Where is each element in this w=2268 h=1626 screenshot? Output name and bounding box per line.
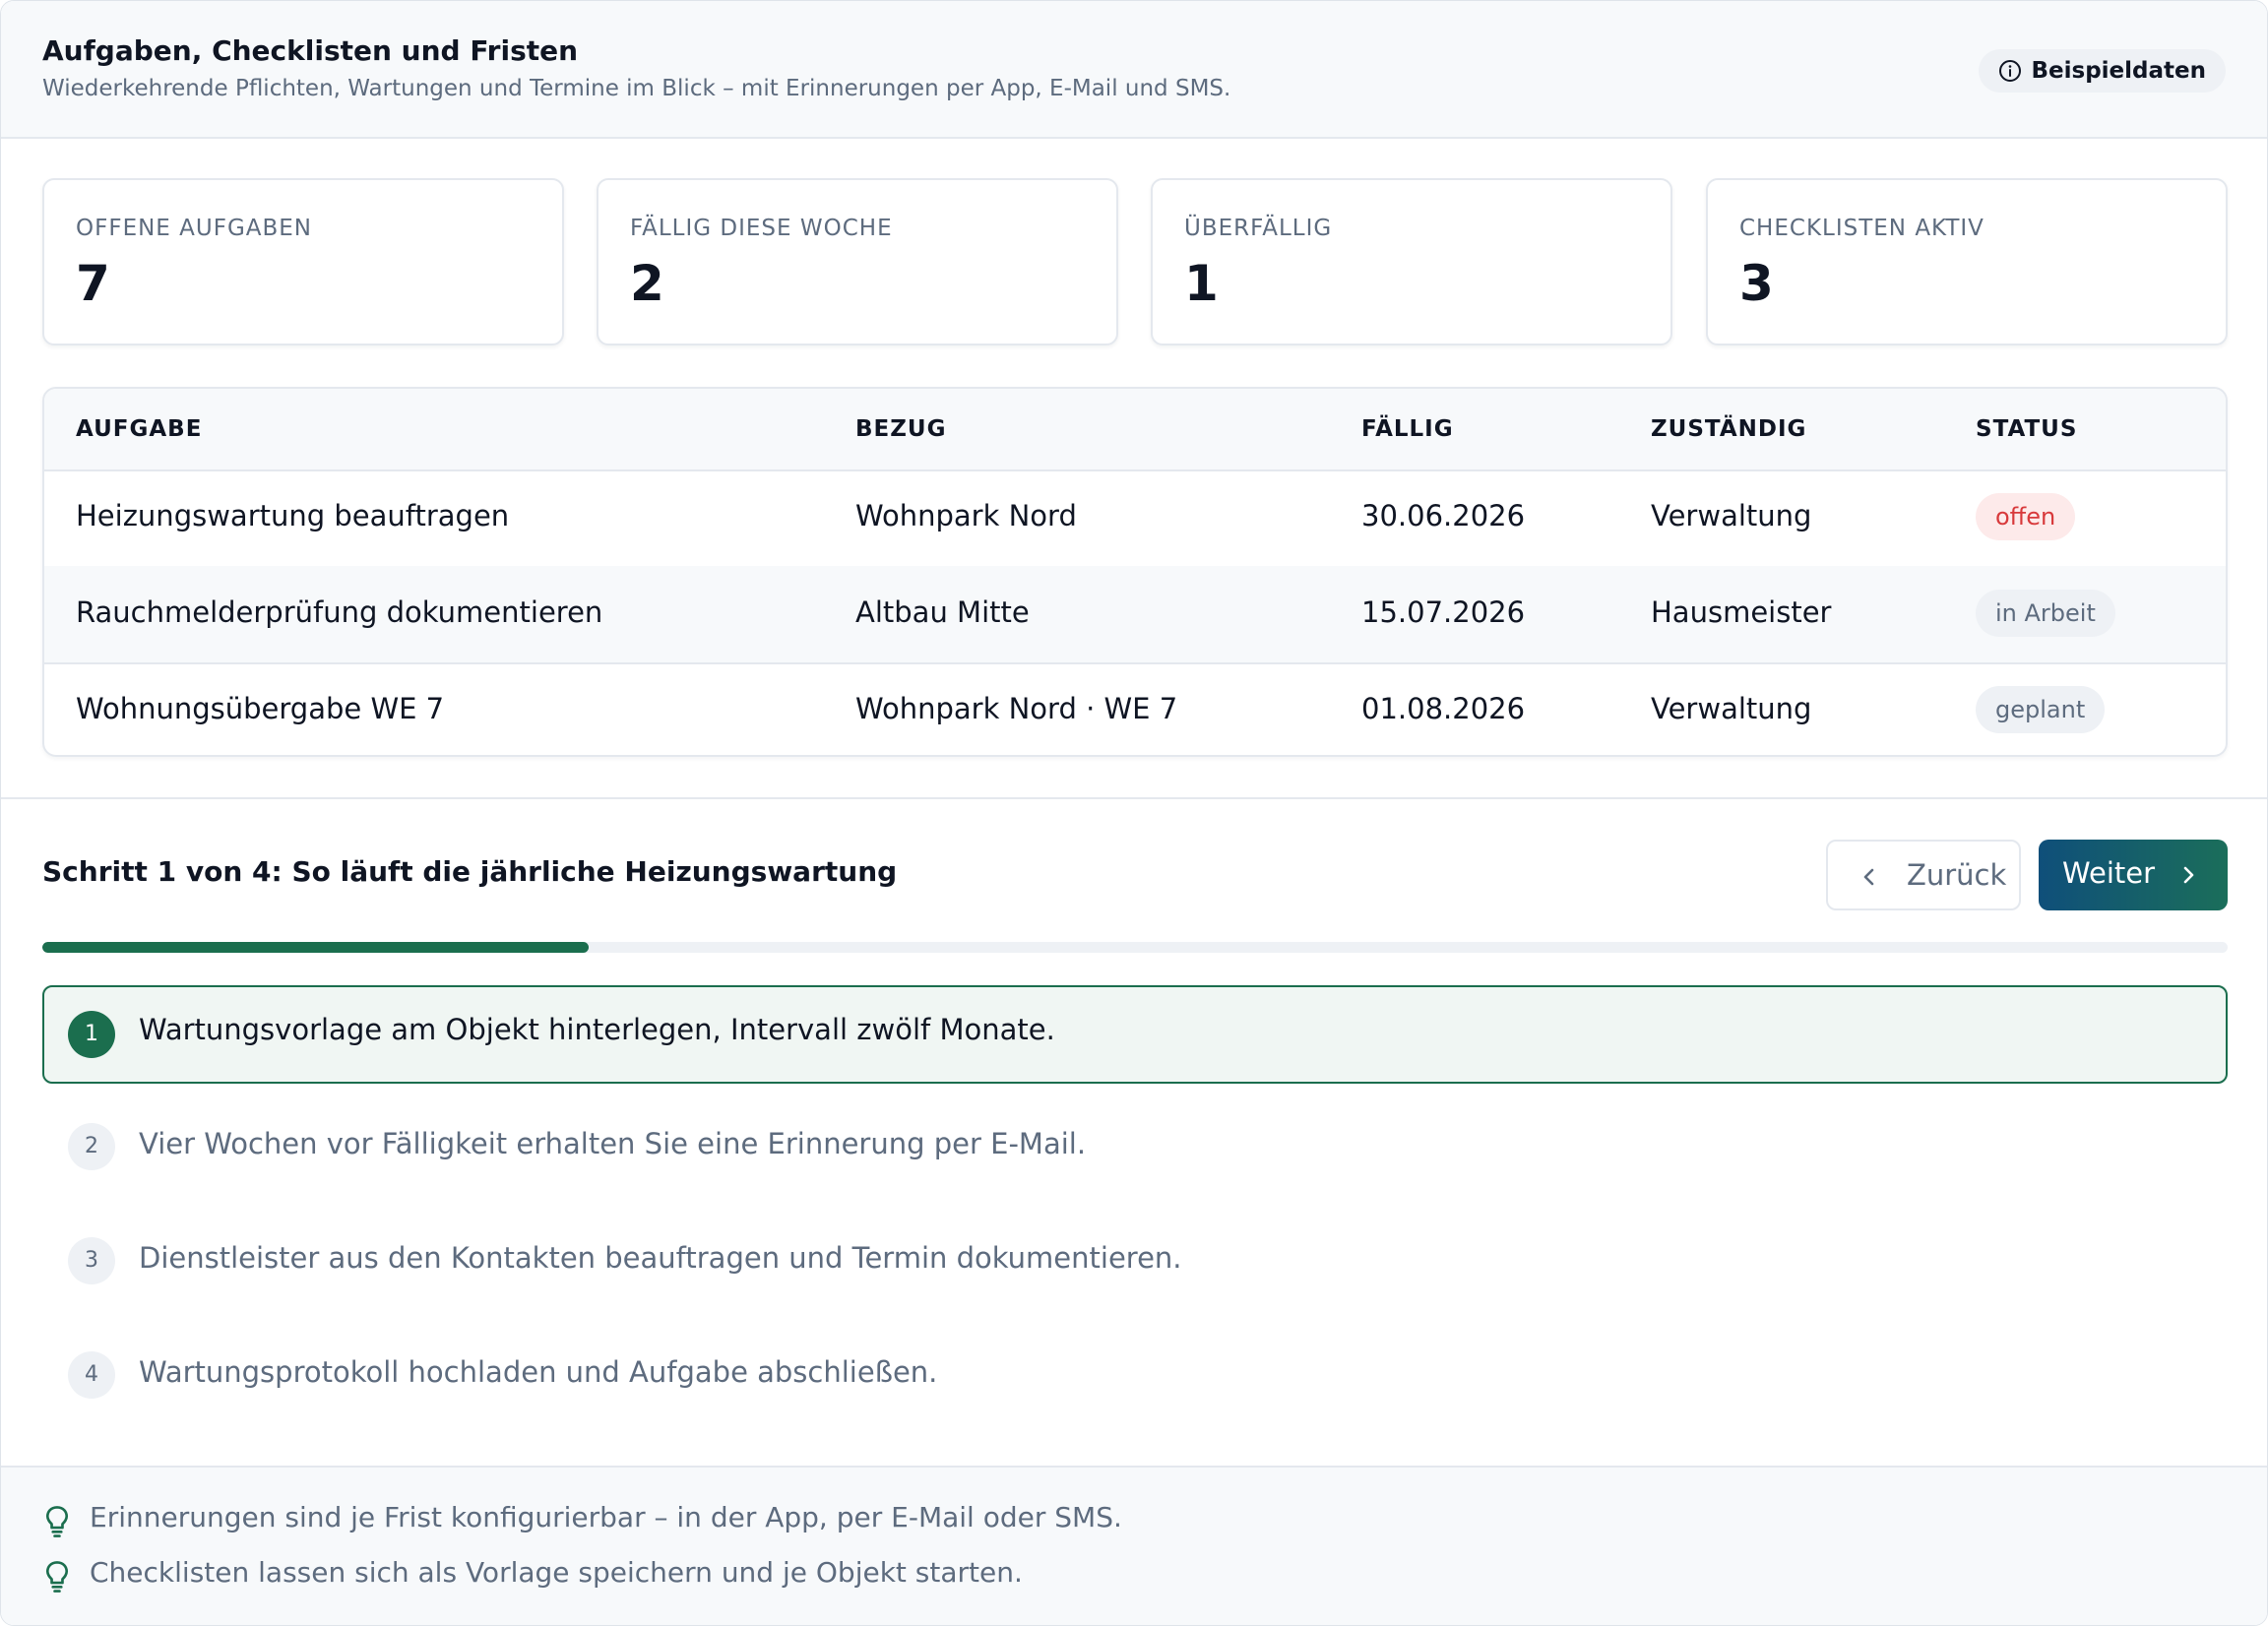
tips-footer: Erinnerungen sind je Frist konfigurierba… [1,1466,2267,1625]
cell-task: Rauchmelderprüfung dokumentieren [76,595,603,629]
step-number: 2 [68,1123,115,1170]
step-text: Wartungsprotokoll hochladen und Aufgabe … [139,1355,938,1389]
step-text: Dienstleister aus den Kontakten beauftra… [139,1241,1182,1275]
stat-value: 1 [1184,255,1219,312]
walkthrough-step-1[interactable]: 1 Wartungsvorlage am Objekt hinterlegen,… [42,985,2228,1084]
walkthrough-progress [42,942,2228,953]
cell-task: Wohnungsübergabe WE 7 [76,692,445,725]
cell-reference: Altbau Mitte [855,595,1030,629]
column-header-assignee[interactable]: ZUSTÄNDIG [1651,416,1806,442]
table-row[interactable]: Heizungswartung beauftragen Wohnpark Nor… [44,469,2226,568]
next-button-label: Weiter [2062,856,2156,890]
walkthrough-step-2[interactable]: 2 Vier Wochen vor Fälligkeit erhalten Si… [42,1097,2228,1196]
cell-assignee: Verwaltung [1651,499,1812,532]
stat-value: 3 [1739,255,1774,312]
step-number: 3 [68,1237,115,1284]
walkthrough-title: Schritt 1 von 4: So läuft die jährliche … [42,855,898,888]
cell-reference: Wohnpark Nord · WE 7 [855,692,1178,725]
stat-card-active-checklists: CHECKLISTEN AKTIV 3 [1706,178,2228,345]
page-title: Aufgaben, Checklisten und Fristen [42,34,579,67]
tip-text: Erinnerungen sind je Frist konfigurierba… [90,1501,1122,1533]
step-number: 4 [68,1351,115,1399]
column-header-status[interactable]: STATUS [1976,416,2077,442]
stat-label: OFFENE AUFGABEN [76,216,313,241]
stat-card-overdue: ÜBERFÄLLIG 1 [1151,178,1672,345]
column-header-task[interactable]: AUFGABE [76,416,202,442]
cell-due: 30.06.2026 [1361,499,1526,532]
step-text: Wartungsvorlage am Objekt hinterlegen, I… [139,1013,1055,1046]
chevron-right-icon [2183,866,2194,884]
cell-assignee: Verwaltung [1651,692,1812,725]
step-text: Vier Wochen vor Fälligkeit erhalten Sie … [139,1127,1087,1160]
stat-card-open-tasks: OFFENE AUFGABEN 7 [42,178,564,345]
walkthrough-step-3[interactable]: 3 Dienstleister aus den Kontakten beauft… [42,1212,2228,1310]
stat-value: 7 [76,255,110,312]
tip-text: Checklisten lassen sich als Vorlage spei… [90,1556,1023,1589]
step-number: 1 [68,1011,115,1058]
walkthrough-step-4[interactable]: 4 Wartungsprotokoll hochladen und Aufgab… [42,1326,2228,1424]
section-divider [1,797,2267,799]
tasks-table: AUFGABE BEZUG FÄLLIG ZUSTÄNDIG STATUS He… [42,387,2228,757]
lightbulb-icon [45,1561,69,1593]
sample-data-label: Beispieldaten [2031,58,2207,84]
back-button-label: Zurück [1907,858,2007,892]
progress-fill [42,942,589,953]
cell-reference: Wohnpark Nord [855,499,1077,532]
status-badge: in Arbeit [1976,590,2115,637]
table-row[interactable]: Wohnungsübergabe WE 7 Wohnpark Nord · WE… [44,662,2226,755]
cell-due: 01.08.2026 [1361,692,1526,725]
stat-label: ÜBERFÄLLIG [1184,216,1333,241]
cell-task: Heizungswartung beauftragen [76,499,510,532]
panel-header: Aufgaben, Checklisten und Fristen Wieder… [1,1,2267,139]
stat-value: 2 [630,255,664,312]
lightbulb-icon [45,1506,69,1537]
cell-assignee: Hausmeister [1651,595,1832,629]
info-icon [1998,60,2021,82]
next-button[interactable]: Weiter [2039,840,2228,910]
table-header: AUFGABE BEZUG FÄLLIG ZUSTÄNDIG STATUS [44,389,2226,471]
tasks-panel: Aufgaben, Checklisten und Fristen Wieder… [0,0,2268,1626]
table-row[interactable]: Rauchmelderprüfung dokumentieren Altbau … [44,566,2226,664]
stat-card-due-this-week: FÄLLIG DIESE WOCHE 2 [597,178,1118,345]
stat-label: CHECKLISTEN AKTIV [1739,216,1984,241]
page-subtitle: Wiederkehrende Pflichten, Wartungen und … [42,76,1231,101]
status-badge: geplant [1976,686,2106,733]
column-header-reference[interactable]: BEZUG [855,416,946,442]
status-badge: offen [1976,493,2076,540]
stat-label: FÄLLIG DIESE WOCHE [630,216,893,241]
sample-data-badge[interactable]: Beispieldaten [1978,49,2226,93]
chevron-left-icon [1863,868,1874,886]
column-header-due[interactable]: FÄLLIG [1361,416,1454,442]
cell-due: 15.07.2026 [1361,595,1526,629]
back-button[interactable]: Zurück [1826,840,2021,910]
